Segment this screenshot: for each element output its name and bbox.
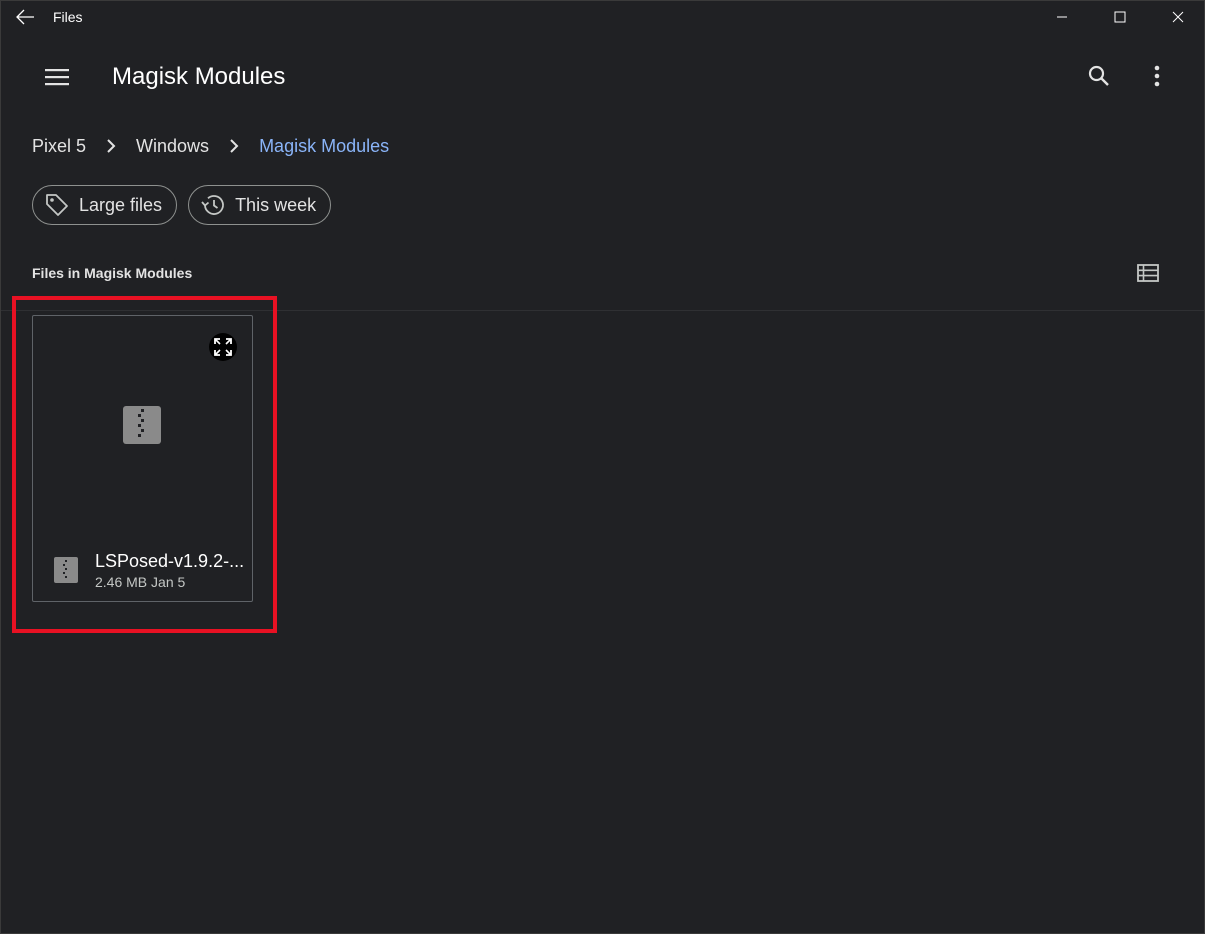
hamburger-menu-icon <box>45 69 69 86</box>
maximize-icon <box>1114 11 1126 23</box>
files-app-window: Files Magisk Modules Pixel 5 Windows Mag… <box>0 0 1205 934</box>
breadcrumb: Pixel 5 Windows Magisk Modules <box>32 134 389 158</box>
list-view-icon <box>1137 264 1159 282</box>
more-vert-icon <box>1154 65 1160 87</box>
close-button[interactable] <box>1149 1 1207 33</box>
chevron-right-icon <box>209 138 259 154</box>
zip-file-icon <box>123 406 161 444</box>
close-icon <box>1172 11 1184 23</box>
maximize-button[interactable] <box>1091 1 1149 33</box>
menu-button[interactable] <box>39 59 75 95</box>
breadcrumb-item-pixel-5[interactable]: Pixel 5 <box>32 136 86 157</box>
section-title: Files in Magisk Modules <box>32 265 193 281</box>
more-options-button[interactable] <box>1139 58 1175 94</box>
app-bar: Magisk Modules <box>1 41 1204 111</box>
list-view-toggle[interactable] <box>1132 257 1164 289</box>
fullscreen-icon <box>214 338 232 356</box>
file-name: LSPosed-v1.9.2-... <box>95 551 245 571</box>
expand-preview-button[interactable] <box>209 333 237 361</box>
chip-this-week[interactable]: This week <box>188 185 332 225</box>
page-title: Magisk Modules <box>112 63 286 90</box>
chevron-right-icon <box>86 138 136 154</box>
history-icon <box>199 191 227 219</box>
minimize-icon <box>1057 16 1067 18</box>
window-title: Files <box>53 9 83 25</box>
file-meta: 2.46 MB Jan 5 <box>95 574 185 590</box>
file-card[interactable]: LSPosed-v1.9.2-... 2.46 MB Jan 5 <box>32 315 253 602</box>
chip-label: This week <box>235 194 317 215</box>
title-bar: Files <box>1 1 1204 33</box>
filter-chips: Large files This week <box>32 185 332 225</box>
breadcrumb-item-magisk-modules[interactable]: Magisk Modules <box>259 136 389 157</box>
section-divider <box>1 310 1204 311</box>
breadcrumb-item-windows[interactable]: Windows <box>136 136 209 157</box>
minimize-button[interactable] <box>1033 1 1091 33</box>
file-size: 2.46 MB <box>95 574 148 590</box>
zip-file-icon <box>54 557 78 583</box>
chip-large-files[interactable]: Large files <box>32 185 178 225</box>
file-date: Jan 5 <box>151 574 186 590</box>
tag-icon <box>43 191 71 219</box>
search-icon <box>1088 65 1109 86</box>
chip-label: Large files <box>79 194 163 215</box>
back-arrow-icon[interactable] <box>14 7 36 27</box>
search-button[interactable] <box>1081 58 1117 94</box>
